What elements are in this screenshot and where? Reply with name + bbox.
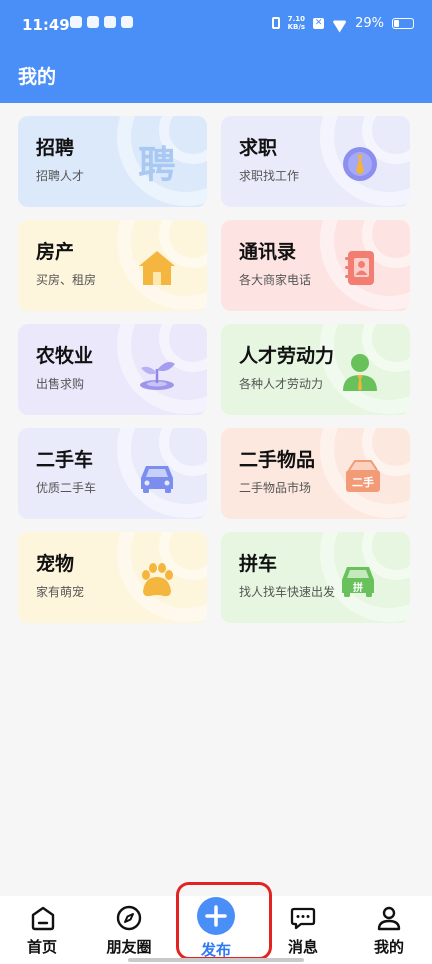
card-subtitle: 招聘人才	[36, 169, 85, 183]
user-icon	[377, 906, 401, 931]
card-title: 通讯录	[239, 241, 297, 263]
card-title: 拼车	[239, 553, 278, 575]
card-agriculture[interactable]: 农牧业 出售求购	[18, 324, 207, 415]
card-subtitle: 二手物品市场	[239, 481, 312, 495]
network-speed: 7.10 KB/s	[287, 15, 306, 31]
worker-icon	[343, 354, 377, 391]
nav-publish[interactable]: 发布	[173, 896, 259, 964]
battery-percent: 29%	[355, 15, 384, 31]
notification-icon	[70, 16, 82, 28]
nav-moments[interactable]: 朋友圈	[86, 896, 172, 964]
card-title: 二手车	[36, 449, 94, 471]
nav-publish-label: 发布	[200, 941, 231, 959]
card-title: 求职	[239, 137, 278, 159]
card-recruit[interactable]: 招聘 招聘人才 聘	[18, 116, 207, 207]
svg-text:二手: 二手	[352, 475, 374, 489]
card-title: 宠物	[36, 553, 75, 575]
sim-off-icon: ✕	[313, 17, 325, 29]
publish-button[interactable]	[197, 897, 235, 935]
message-icon	[290, 907, 316, 930]
svg-text:拼: 拼	[353, 581, 363, 594]
notification-icons	[70, 16, 133, 28]
card-subtitle: 买房、租房	[36, 273, 97, 287]
card-labor[interactable]: 人才劳动力 各种人才劳动力	[221, 324, 410, 415]
paw-icon	[142, 563, 173, 597]
card-carpool[interactable]: 拼车 找人找车快速出发 拼	[221, 532, 410, 623]
nav-messages-label: 消息	[287, 938, 318, 956]
status-bar: 11:49 7.10 KB/s ✕ 29%	[0, 0, 432, 50]
card-pets[interactable]: 宠物 家有萌宠	[18, 532, 207, 623]
card-used-car[interactable]: 二手车 优质二手车	[18, 428, 207, 519]
house-icon	[139, 251, 175, 285]
page-title: 我的	[18, 66, 57, 88]
sprout-icon	[140, 362, 175, 390]
nav-moments-label: 朋友圈	[106, 938, 152, 956]
nav-mine[interactable]: 我的	[346, 896, 432, 964]
card-subtitle: 各大商家电话	[239, 273, 312, 287]
vibrate-icon	[271, 17, 280, 29]
card-job-seek[interactable]: 求职 求职找工作	[221, 116, 410, 207]
compass-icon	[116, 905, 142, 931]
card-title: 农牧业	[36, 345, 94, 367]
address-book-icon	[345, 251, 374, 285]
card-subtitle: 找人找车快速出发	[239, 585, 336, 599]
recruit-icon: 聘	[138, 142, 175, 184]
cloud-icon	[87, 16, 99, 28]
card-title: 人才劳动力	[239, 345, 335, 367]
home-indicator	[128, 958, 304, 962]
card-secondhand-goods[interactable]: 二手物品 二手物品市场 二手	[221, 428, 410, 519]
card-real-estate[interactable]: 房产 买房、租房	[18, 220, 207, 311]
nav-messages[interactable]: 消息	[260, 896, 346, 964]
carpool-icon: 拼	[342, 567, 374, 597]
card-title: 房产	[36, 241, 75, 263]
wifi-icon	[332, 18, 347, 29]
car-icon	[141, 466, 173, 493]
plus-icon	[205, 905, 227, 927]
svg-text:聘: 聘	[138, 142, 175, 184]
nav-home[interactable]: 首页	[0, 896, 86, 964]
card-subtitle: 求职找工作	[239, 169, 300, 183]
card-subtitle: 优质二手车	[36, 481, 97, 495]
category-grid: 招聘 招聘人才 聘 求职 求职找工作 房产 买房、租房 通讯录 各大商家电话 农…	[18, 116, 410, 623]
secondhand-box-icon: 二手	[346, 460, 380, 492]
nav-home-label: 首页	[26, 938, 57, 956]
card-subtitle: 家有萌宠	[36, 585, 85, 599]
job-seeker-icon	[343, 147, 377, 181]
weibo-icon	[104, 16, 116, 28]
card-subtitle: 出售求购	[36, 377, 85, 391]
status-time: 11:49	[22, 16, 70, 34]
app-notification-icon	[121, 16, 133, 28]
home-icon	[31, 906, 55, 931]
card-contacts[interactable]: 通讯录 各大商家电话	[221, 220, 410, 311]
status-right: 7.10 KB/s ✕ 29%	[271, 15, 414, 31]
battery-icon	[392, 17, 414, 29]
nav-mine-label: 我的	[373, 938, 404, 956]
app-header: 我的	[0, 50, 432, 103]
card-title: 招聘	[36, 137, 75, 159]
card-title: 二手物品	[239, 449, 316, 471]
card-subtitle: 各种人才劳动力	[239, 377, 324, 391]
bottom-nav: 首页 朋友圈 发布 消息 我的	[0, 896, 432, 964]
